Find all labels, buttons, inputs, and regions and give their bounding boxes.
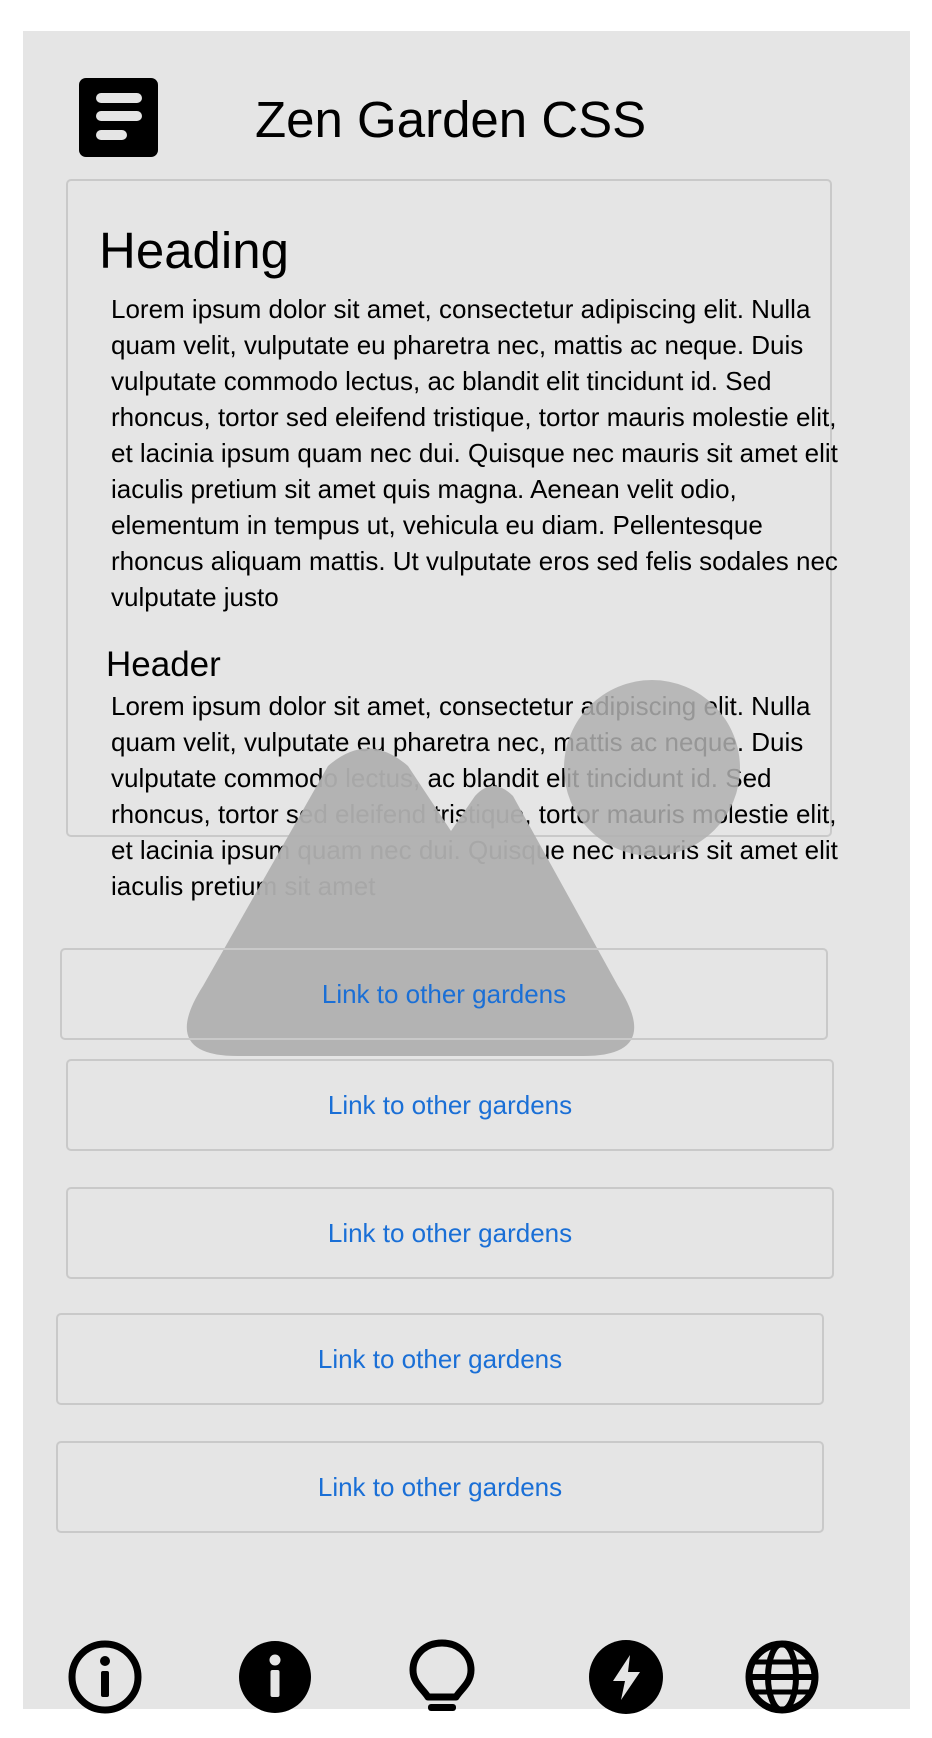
article-heading: Heading — [99, 222, 289, 279]
garden-link[interactable]: Link to other gardens — [66, 1187, 834, 1279]
garden-link[interactable]: Link to other gardens — [56, 1313, 824, 1405]
app-frame: Zen Garden CSS Heading Lorem ipsum dolor… — [23, 31, 910, 1714]
article-paragraph: Lorem ipsum dolor sit amet, consectetur … — [111, 691, 838, 901]
lightbulb-icon[interactable] — [404, 1639, 480, 1715]
hamburger-menu-icon[interactable] — [79, 78, 158, 157]
garden-link[interactable]: Link to other gardens — [56, 1441, 824, 1533]
garden-link[interactable]: Link to other gardens — [60, 948, 828, 1040]
garden-link[interactable]: Link to other gardens — [66, 1059, 834, 1151]
app-title: Zen Garden CSS — [255, 91, 647, 148]
lightning-icon[interactable] — [588, 1639, 664, 1715]
info-filled-icon[interactable] — [237, 1639, 313, 1715]
article-paragraph: Lorem ipsum dolor sit amet, consectetur … — [111, 294, 838, 612]
info-outline-icon[interactable] — [67, 1639, 143, 1715]
globe-icon[interactable] — [744, 1639, 820, 1715]
article-subheading: Header — [106, 645, 221, 684]
